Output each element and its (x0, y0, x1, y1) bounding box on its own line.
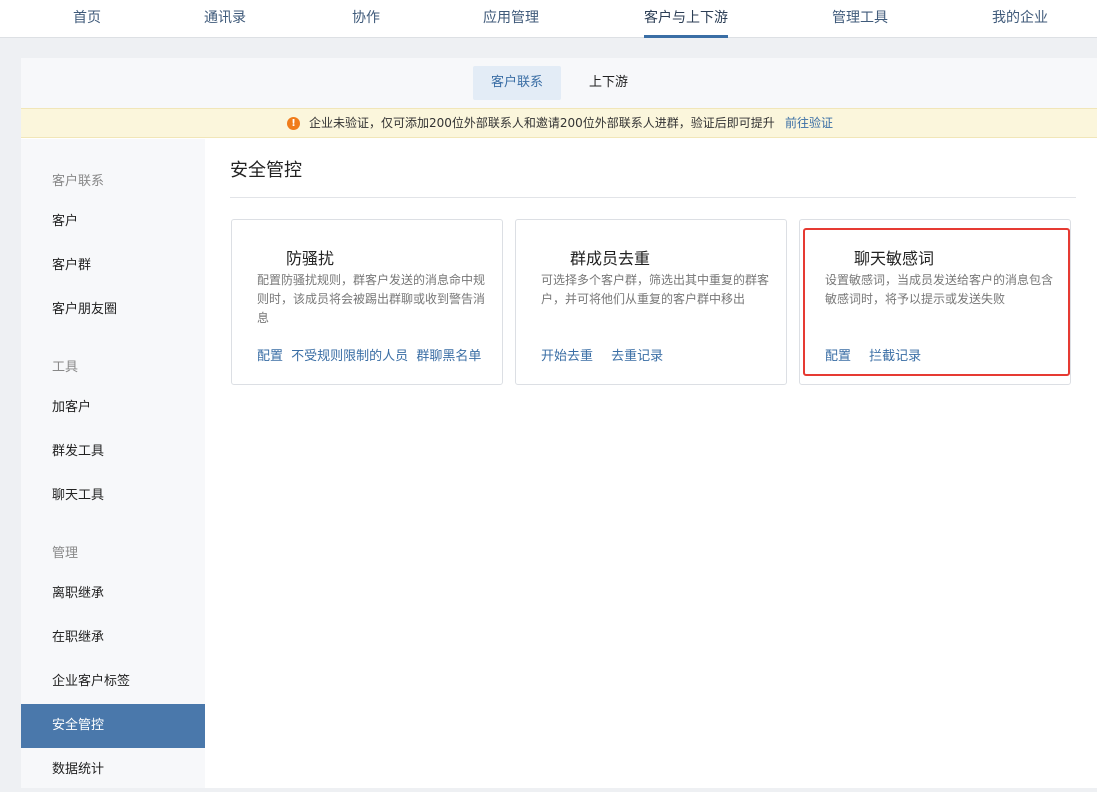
nav-app-management[interactable]: 应用管理 (483, 0, 539, 38)
sidebar-group-management: 管理 (52, 546, 79, 561)
warning-icon: ! (287, 117, 300, 130)
card-sensitive-words: 聊天敏感词 设置敏感词，当成员发送给客户的消息包含敏感词时，将予以提示或发送失败… (799, 219, 1071, 385)
group-blacklist-link[interactable]: 群聊黑名单 (416, 349, 481, 364)
dedup-records-link[interactable]: 去重记录 (611, 349, 663, 364)
card-description: 配置防骚扰规则，群客户发送的消息命中规则时，该成员将会被踢出群聊或收到警告消息 (257, 273, 486, 325)
title-divider (230, 197, 1076, 198)
card-title: 群成员去重 (570, 249, 651, 268)
card-title: 聊天敏感词 (854, 249, 935, 268)
sidebar-group-tools: 工具 (52, 360, 79, 375)
sidebar-item-mass-send[interactable]: 群发工具 (21, 430, 205, 474)
tab-customer-contact[interactable]: 客户联系 (473, 66, 562, 100)
notice-text: 企业未验证，仅可添加200位外部联系人和邀请200位外部联系人进群，验证后即可提… (309, 116, 775, 130)
card-description: 可选择多个客户群，筛选出其中重复的群客户，并可将他们从重复的客户群中移出 (541, 273, 770, 306)
nav-my-enterprise[interactable]: 我的企业 (992, 0, 1048, 38)
card-description: 设置敏感词，当成员发送给客户的消息包含敏感词时，将予以提示或发送失败 (825, 273, 1054, 306)
nav-management-tools[interactable]: 管理工具 (832, 0, 888, 38)
sidebar-group-customer-contact: 客户联系 (52, 174, 105, 189)
sidebar-item-resigned-inheritance[interactable]: 离职继承 (21, 572, 205, 616)
card-links: 配置 不受规则限制的人员 群聊黑名单 (257, 345, 485, 364)
page-title: 安全管控 (230, 160, 302, 181)
sidebar-item-customers[interactable]: 客户 (21, 200, 205, 244)
nav-customers-partners[interactable]: 客户与上下游 (644, 0, 728, 38)
verify-link[interactable]: 前往验证 (785, 109, 833, 137)
card-title: 防骚扰 (286, 249, 335, 268)
exempt-members-link[interactable]: 不受规则限制的人员 (291, 349, 408, 364)
sidebar-item-data-statistics[interactable]: 数据统计 (21, 748, 205, 792)
configure-link[interactable]: 配置 (825, 349, 851, 364)
nav-collaboration[interactable]: 协作 (352, 0, 380, 38)
verification-notice: ! 企业未验证，仅可添加200位外部联系人和邀请200位外部联系人进群，验证后即… (21, 108, 1097, 138)
sidebar-item-customer-groups[interactable]: 客户群 (21, 244, 205, 288)
nav-contacts[interactable]: 通讯录 (204, 0, 246, 38)
sidebar-item-security-control[interactable]: 安全管控 (21, 704, 205, 748)
top-navigation: 首页 通讯录 协作 应用管理 客户与上下游 管理工具 我的企业 (0, 0, 1097, 38)
card-member-dedup: 群成员去重 可选择多个客户群，筛选出其中重复的群客户，并可将他们从重复的客户群中… (515, 219, 787, 385)
sidebar-item-chat-tools[interactable]: 聊天工具 (21, 474, 205, 518)
intercept-records-link[interactable]: 拦截记录 (869, 349, 921, 364)
sidebar: 客户联系 客户 客户群 客户朋友圈 工具 加客户 群发工具 聊天工具 管理 离职… (21, 139, 205, 788)
nav-home[interactable]: 首页 (73, 0, 101, 38)
card-anti-harassment: 防骚扰 配置防骚扰规则，群客户发送的消息命中规则时，该成员将会被踢出群聊或收到警… (231, 219, 503, 385)
tab-upstream-downstream[interactable]: 上下游 (571, 66, 646, 100)
card-links: 开始去重 去重记录 (541, 345, 677, 364)
card-links: 配置 拦截记录 (825, 345, 935, 364)
sidebar-item-onjob-inheritance[interactable]: 在职继承 (21, 616, 205, 660)
subtab-bar: 客户联系 上下游 (21, 58, 1097, 108)
sidebar-item-customer-moments[interactable]: 客户朋友圈 (21, 288, 205, 332)
sidebar-item-add-customer[interactable]: 加客户 (21, 386, 205, 430)
start-dedup-link[interactable]: 开始去重 (541, 349, 593, 364)
main-panel: 客户联系 上下游 ! 企业未验证，仅可添加200位外部联系人和邀请200位外部联… (21, 58, 1097, 788)
sidebar-item-customer-tags[interactable]: 企业客户标签 (21, 660, 205, 704)
configure-link[interactable]: 配置 (257, 349, 283, 364)
